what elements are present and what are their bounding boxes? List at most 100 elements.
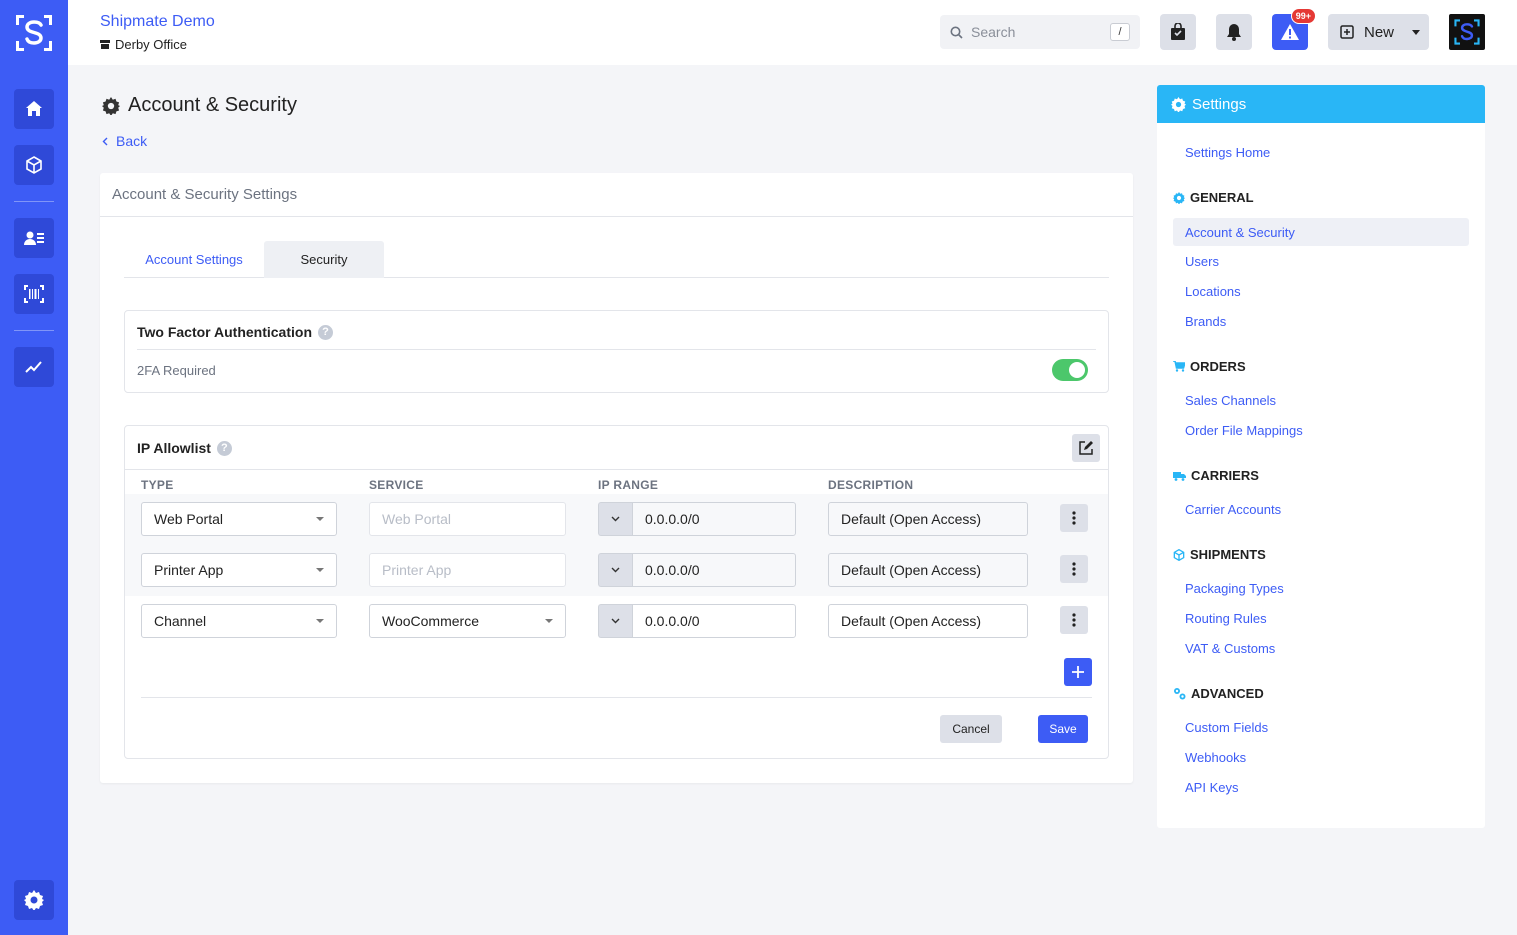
top-bar: Shipmate Demo Derby Office / 99+ New — [68, 0, 1517, 65]
divider — [141, 697, 1092, 698]
nav-users[interactable]: Users — [1185, 254, 1219, 269]
gear-icon[interactable] — [14, 880, 54, 920]
nav-webhooks[interactable]: Webhooks — [1185, 750, 1246, 765]
settings-home-link[interactable]: Settings Home — [1185, 145, 1270, 160]
ip-range-dropdown[interactable] — [598, 553, 632, 587]
type-select-value: Channel — [154, 613, 207, 629]
ip-range-value[interactable]: 0.0.0.0/0 — [632, 604, 796, 638]
app-logo-icon[interactable] — [14, 13, 54, 53]
ip-range-dropdown[interactable] — [598, 604, 632, 638]
edit-button[interactable] — [1072, 434, 1100, 462]
tab-security[interactable]: Security — [264, 241, 384, 278]
card-title: Account & Security Settings — [100, 173, 1133, 217]
nav-api-keys[interactable]: API Keys — [1185, 780, 1238, 795]
chevron-down-icon — [611, 618, 620, 624]
org-name[interactable]: Shipmate Demo — [100, 13, 215, 31]
contacts-icon[interactable] — [14, 218, 54, 258]
gear-icon — [1171, 96, 1186, 112]
search-input[interactable] — [971, 24, 1111, 40]
help-icon[interactable]: ? — [216, 440, 232, 456]
tab-bar: Account Settings Security — [124, 241, 1109, 278]
column-header-type: TYPE — [141, 478, 174, 492]
service-field[interactable]: Web Portal — [369, 502, 566, 536]
description-input[interactable]: Default (Open Access) — [828, 553, 1028, 587]
description-input[interactable]: Default (Open Access) — [828, 604, 1028, 638]
row-menu-button[interactable] — [1060, 504, 1088, 532]
account-avatar[interactable] — [1449, 14, 1485, 50]
nav-locations[interactable]: Locations — [1185, 284, 1241, 299]
service-select[interactable]: WooCommerce — [369, 604, 566, 638]
nav-order-file-mappings[interactable]: Order File Mappings — [1185, 423, 1303, 438]
ip-range-input: 0.0.0.0/0 — [598, 553, 796, 587]
section-orders: ORDERS — [1173, 359, 1246, 374]
section-advanced: ADVANCED — [1173, 686, 1264, 701]
help-icon[interactable]: ? — [318, 324, 333, 340]
nav-packaging-types[interactable]: Packaging Types — [1185, 581, 1284, 596]
type-select[interactable]: Web Portal — [141, 502, 337, 536]
chevron-down-icon — [611, 567, 620, 573]
package-icon[interactable] — [14, 145, 54, 185]
table-row: Web Portal Web Portal 0.0.0.0/0 Default … — [125, 494, 1108, 545]
ip-range-dropdown[interactable] — [598, 502, 632, 536]
column-header-service: SERVICE — [369, 478, 424, 492]
page-title-text: Account & Security — [128, 94, 297, 116]
box-icon — [1173, 548, 1185, 561]
alerts-button[interactable]: 99+ — [1272, 8, 1316, 50]
nav-vat-customs[interactable]: VAT & Customs — [1185, 641, 1275, 656]
type-select[interactable]: Channel — [141, 604, 337, 638]
type-select[interactable]: Printer App — [141, 553, 337, 587]
back-link-label: Back — [116, 133, 148, 149]
divider — [125, 469, 1108, 470]
nav-custom-fields[interactable]: Custom Fields — [1185, 720, 1268, 735]
notifications-button[interactable] — [1216, 14, 1252, 50]
kebab-icon — [1072, 562, 1076, 576]
service-field[interactable]: Printer App — [369, 553, 566, 587]
chevron-left-icon — [102, 137, 108, 145]
row-menu-button[interactable] — [1060, 606, 1088, 634]
nav-carrier-accounts[interactable]: Carrier Accounts — [1185, 502, 1281, 517]
ip-allowlist-heading: IP Allowlist ? — [137, 440, 232, 456]
two-factor-title: Two Factor Authentication — [137, 324, 312, 340]
cancel-button[interactable]: Cancel — [940, 715, 1002, 743]
location-label[interactable]: Derby Office — [100, 37, 187, 52]
table-row: Printer App Printer App 0.0.0.0/0 Defaul… — [125, 545, 1108, 596]
two-factor-toggle[interactable] — [1052, 359, 1088, 381]
row-menu-button[interactable] — [1060, 555, 1088, 583]
alert-count-badge: 99+ — [1290, 8, 1316, 24]
settings-panel-title: Settings — [1192, 95, 1247, 113]
home-icon[interactable] — [14, 89, 54, 129]
add-row-button[interactable] — [1064, 658, 1092, 686]
bell-icon — [1227, 24, 1241, 41]
nav-routing-rules[interactable]: Routing Rules — [1185, 611, 1267, 626]
shopping-bag-button[interactable] — [1160, 14, 1196, 50]
gear-icon — [1173, 191, 1185, 204]
nav-account-security[interactable]: Account & Security — [1173, 218, 1469, 246]
section-orders-title: ORDERS — [1190, 359, 1246, 374]
new-button-label: New — [1364, 23, 1395, 41]
back-link[interactable]: Back — [102, 133, 147, 149]
ip-range-value[interactable]: 0.0.0.0/0 — [632, 502, 796, 536]
section-shipments: SHIPMENTS — [1173, 547, 1266, 562]
section-carriers: CARRIERS — [1173, 468, 1259, 483]
tab-account-settings[interactable]: Account Settings — [124, 241, 264, 278]
save-button[interactable]: Save — [1038, 715, 1088, 743]
cogs-icon — [1174, 688, 1186, 700]
plus-square-icon — [1340, 25, 1354, 39]
nav-brands[interactable]: Brands — [1185, 314, 1226, 329]
barcode-icon[interactable] — [14, 274, 54, 314]
ip-range-input: 0.0.0.0/0 — [598, 604, 796, 638]
new-button[interactable]: New — [1328, 14, 1429, 50]
chevron-down-icon — [316, 619, 324, 623]
search-icon — [950, 26, 963, 39]
section-general-title: GENERAL — [1190, 190, 1254, 205]
store-icon — [100, 40, 110, 49]
chevron-down-icon — [1412, 29, 1421, 35]
description-input[interactable]: Default (Open Access) — [828, 502, 1028, 536]
chevron-down-icon — [316, 517, 324, 521]
chart-icon[interactable] — [14, 347, 54, 387]
nav-sales-channels[interactable]: Sales Channels — [1185, 393, 1276, 408]
ip-range-value[interactable]: 0.0.0.0/0 — [632, 553, 796, 587]
chevron-down-icon — [611, 516, 620, 522]
section-advanced-title: ADVANCED — [1191, 686, 1264, 701]
search-box[interactable]: / — [940, 15, 1140, 49]
